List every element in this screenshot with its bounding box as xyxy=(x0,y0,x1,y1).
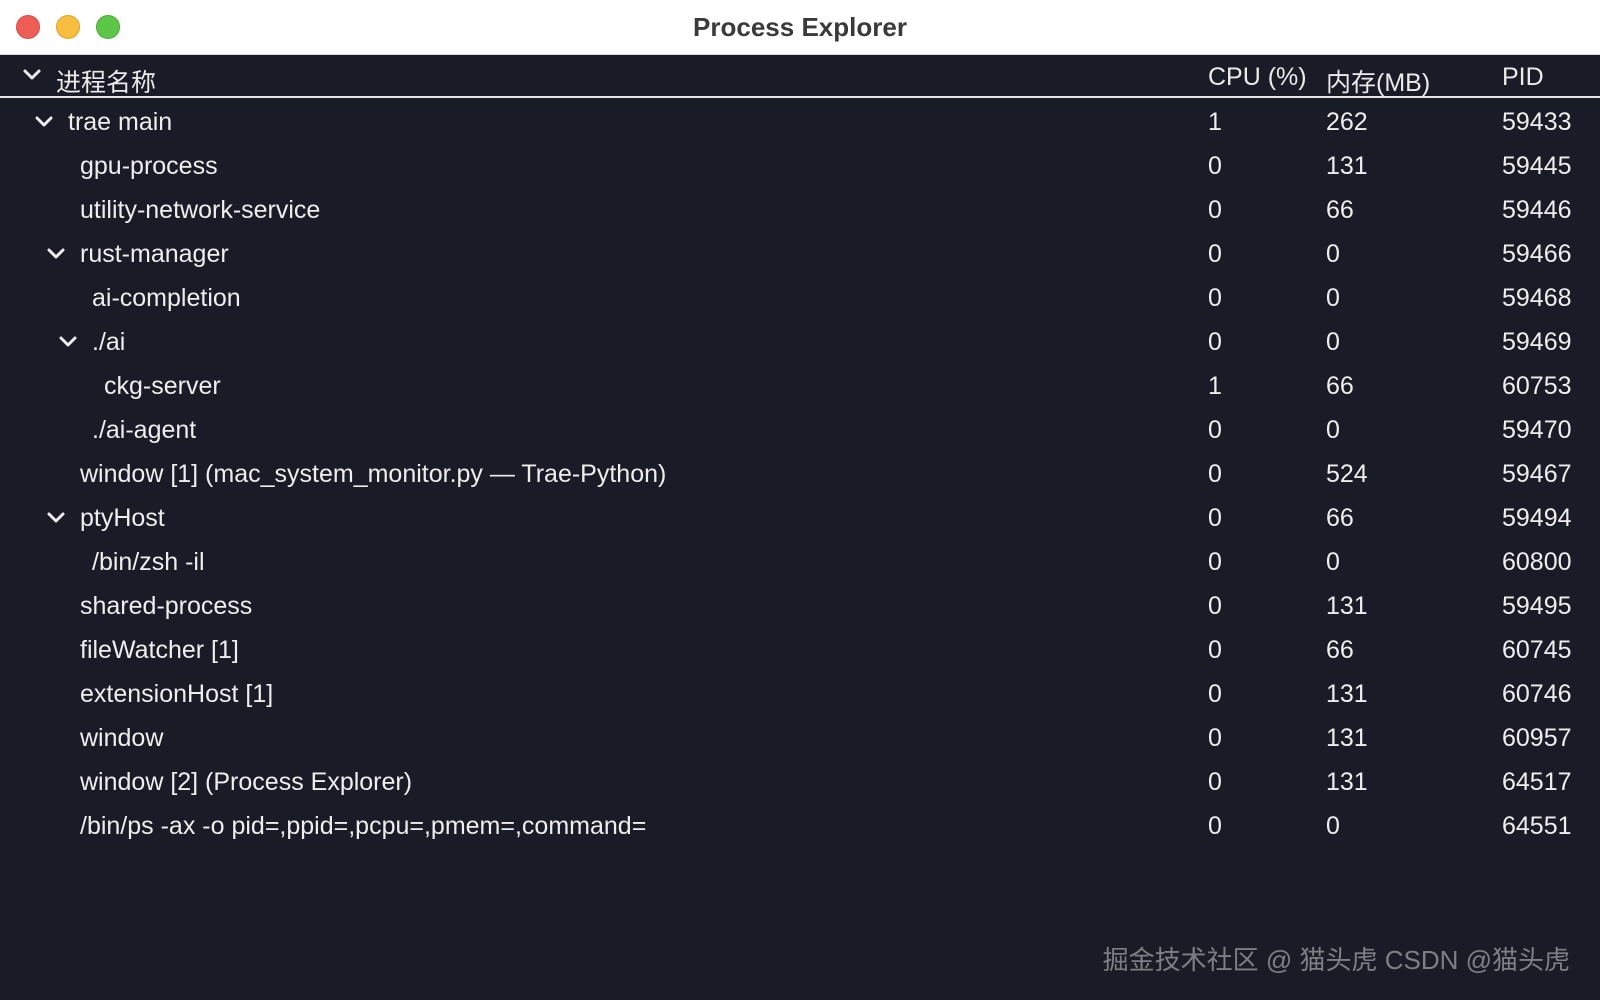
process-memory: 131 xyxy=(1326,592,1368,620)
process-name: fileWatcher [1] xyxy=(80,636,239,664)
chevron-down-icon[interactable] xyxy=(34,112,54,132)
process-pid: 59469 xyxy=(1502,328,1572,356)
process-pid: 60745 xyxy=(1502,636,1572,664)
process-cpu: 1 xyxy=(1208,108,1222,136)
process-name: extensionHost [1] xyxy=(80,680,274,708)
process-row[interactable]: ./ai-agent 0 0 59470 xyxy=(0,408,1600,452)
process-row[interactable]: utility-network-service 0 66 59446 xyxy=(0,188,1600,232)
process-memory: 66 xyxy=(1326,372,1354,400)
process-row[interactable]: gpu-process 0 131 59445 xyxy=(0,144,1600,188)
process-row[interactable]: ai-completion 0 0 59468 xyxy=(0,276,1600,320)
process-cpu: 0 xyxy=(1208,460,1222,488)
process-cpu: 0 xyxy=(1208,548,1222,576)
process-pid: 60746 xyxy=(1502,680,1572,708)
column-header-pid[interactable]: PID xyxy=(1502,63,1544,92)
process-name: gpu-process xyxy=(80,152,218,180)
process-cpu: 0 xyxy=(1208,152,1222,180)
process-memory: 0 xyxy=(1326,548,1340,576)
process-memory: 131 xyxy=(1326,152,1368,180)
chevron-down-icon[interactable] xyxy=(22,65,42,85)
process-pid: 59445 xyxy=(1502,152,1572,180)
process-pid: 64517 xyxy=(1502,768,1572,796)
process-row[interactable]: window [2] (Process Explorer) 0 131 64517 xyxy=(0,760,1600,804)
process-explorer-window: Process Explorer 进程名称 CPU (%) 内存(MB) PID… xyxy=(0,0,1600,1000)
process-cpu: 0 xyxy=(1208,416,1222,444)
process-memory: 66 xyxy=(1326,504,1354,532)
process-memory: 262 xyxy=(1326,108,1368,136)
process-pid: 60800 xyxy=(1502,548,1572,576)
process-name: trae main xyxy=(68,108,173,136)
process-row[interactable]: /bin/zsh -il 0 0 60800 xyxy=(0,540,1600,584)
process-name: window xyxy=(80,724,164,752)
process-name: ptyHost xyxy=(80,504,165,532)
process-memory: 0 xyxy=(1326,240,1340,268)
process-row[interactable]: fileWatcher [1] 0 66 60745 xyxy=(0,628,1600,672)
process-memory: 0 xyxy=(1326,812,1340,840)
chevron-down-icon[interactable] xyxy=(46,244,66,264)
process-cpu: 0 xyxy=(1208,328,1222,356)
process-name: ./ai xyxy=(92,328,126,356)
column-header: 进程名称 CPU (%) 内存(MB) PID xyxy=(0,55,1600,98)
process-memory: 131 xyxy=(1326,680,1368,708)
process-row[interactable]: rust-manager 0 0 59466 xyxy=(0,232,1600,276)
process-name: window [2] (Process Explorer) xyxy=(80,768,413,796)
process-pid: 59494 xyxy=(1502,504,1572,532)
process-memory: 0 xyxy=(1326,328,1340,356)
process-cpu: 0 xyxy=(1208,592,1222,620)
process-cpu: 0 xyxy=(1208,504,1222,532)
process-cpu: 0 xyxy=(1208,768,1222,796)
chevron-down-icon[interactable] xyxy=(46,508,66,528)
process-cpu: 0 xyxy=(1208,636,1222,664)
process-cpu: 0 xyxy=(1208,284,1222,312)
process-cpu: 0 xyxy=(1208,196,1222,224)
process-pid: 59433 xyxy=(1502,108,1572,136)
process-row[interactable]: window 0 131 60957 xyxy=(0,716,1600,760)
process-cpu: 1 xyxy=(1208,372,1222,400)
process-memory: 0 xyxy=(1326,284,1340,312)
process-pid: 60753 xyxy=(1502,372,1572,400)
process-row[interactable]: extensionHost [1] 0 131 60746 xyxy=(0,672,1600,716)
process-pid: 59495 xyxy=(1502,592,1572,620)
process-pid: 59470 xyxy=(1502,416,1572,444)
process-cpu: 0 xyxy=(1208,812,1222,840)
title-bar[interactable]: Process Explorer xyxy=(0,0,1600,55)
process-name: utility-network-service xyxy=(80,196,321,224)
process-name: ai-completion xyxy=(92,284,241,312)
process-name: ckg-server xyxy=(104,372,221,400)
process-pid: 60957 xyxy=(1502,724,1572,752)
process-memory: 0 xyxy=(1326,416,1340,444)
process-name: /bin/zsh -il xyxy=(92,548,205,576)
process-row[interactable]: trae main 1 262 59433 xyxy=(0,100,1600,144)
process-row[interactable]: /bin/ps -ax -o pid=,ppid=,pcpu=,pmem=,co… xyxy=(0,804,1600,848)
process-name: rust-manager xyxy=(80,240,229,268)
process-cpu: 0 xyxy=(1208,240,1222,268)
process-memory: 131 xyxy=(1326,768,1368,796)
watermark: 掘金技术社区 @ 猫头虎 CSDN @猫头虎 xyxy=(1102,945,1570,975)
process-memory: 131 xyxy=(1326,724,1368,752)
process-pid: 59468 xyxy=(1502,284,1572,312)
process-memory: 66 xyxy=(1326,196,1354,224)
process-memory: 66 xyxy=(1326,636,1354,664)
process-pid: 59446 xyxy=(1502,196,1572,224)
process-pid: 59467 xyxy=(1502,460,1572,488)
process-row[interactable]: window [1] (mac_system_monitor.py — Trae… xyxy=(0,452,1600,496)
process-name: window [1] (mac_system_monitor.py — Trae… xyxy=(80,460,667,488)
process-pid: 59466 xyxy=(1502,240,1572,268)
process-name: shared-process xyxy=(80,592,253,620)
process-cpu: 0 xyxy=(1208,680,1222,708)
process-row[interactable]: ./ai 0 0 59469 xyxy=(0,320,1600,364)
process-cpu: 0 xyxy=(1208,724,1222,752)
process-name: ./ai-agent xyxy=(92,416,197,444)
chevron-down-icon[interactable] xyxy=(58,332,78,352)
process-name: /bin/ps -ax -o pid=,ppid=,pcpu=,pmem=,co… xyxy=(80,812,647,840)
process-row[interactable]: ckg-server 1 66 60753 xyxy=(0,364,1600,408)
process-pid: 64551 xyxy=(1502,812,1572,840)
column-header-cpu[interactable]: CPU (%) xyxy=(1208,63,1307,92)
process-row[interactable]: ptyHost 0 66 59494 xyxy=(0,496,1600,540)
process-memory: 524 xyxy=(1326,460,1368,488)
window-title: Process Explorer xyxy=(693,12,907,42)
column-header-memory[interactable]: 内存(MB) xyxy=(1326,63,1430,99)
process-row[interactable]: shared-process 0 131 59495 xyxy=(0,584,1600,628)
column-header-name[interactable]: 进程名称 xyxy=(56,63,156,99)
